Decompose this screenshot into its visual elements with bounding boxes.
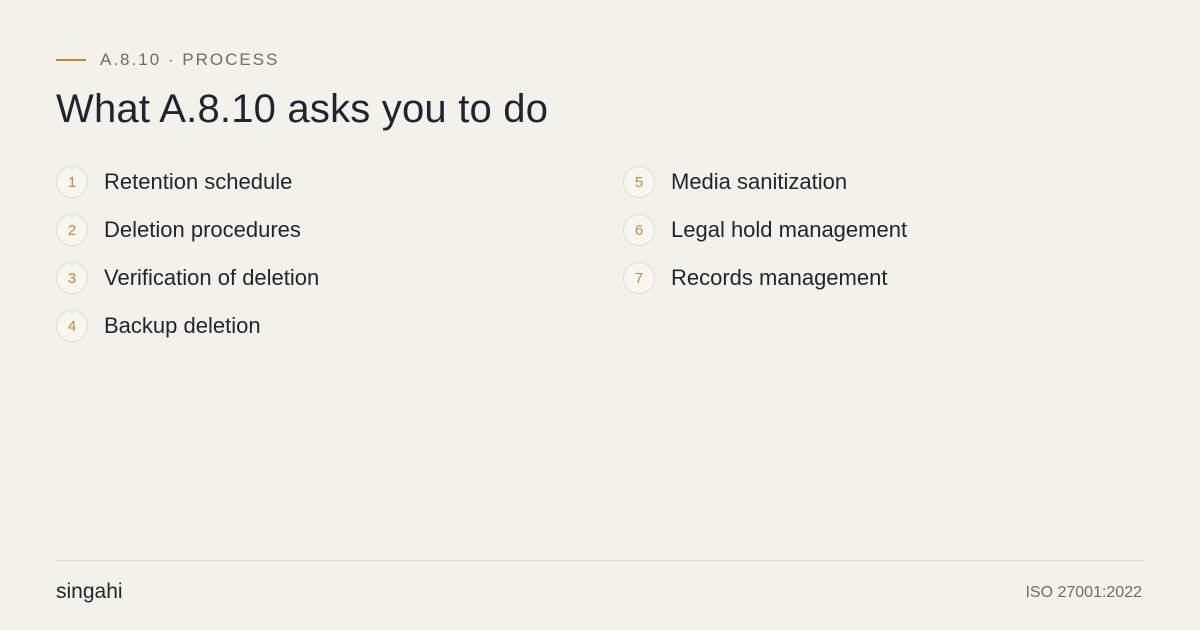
step-item: 5 Media sanitization	[623, 165, 907, 199]
footer-divider	[56, 560, 1144, 561]
brand-name: singahi	[56, 580, 123, 603]
steps-column-right: 5 Media sanitization 6 Legal hold manage…	[623, 165, 907, 309]
step-label: Retention schedule	[104, 169, 293, 194]
step-label: Records management	[671, 265, 888, 290]
eyebrow: A.8.10 · PROCESS	[56, 50, 279, 70]
step-number-badge: 5	[623, 166, 655, 198]
step-label: Backup deletion	[104, 313, 261, 338]
step-label: Deletion procedures	[104, 217, 301, 242]
step-number-badge: 3	[56, 262, 88, 294]
step-label: Verification of deletion	[104, 265, 320, 290]
step-number-badge: 1	[56, 166, 88, 198]
step-number-badge: 6	[623, 214, 655, 246]
page-title: What A.8.10 asks you to do	[56, 87, 549, 131]
step-number-badge: 7	[623, 262, 655, 294]
standard-label: ISO 27001:2022	[1025, 584, 1142, 601]
step-number-badge: 2	[56, 214, 88, 246]
step-item: 6 Legal hold management	[623, 213, 907, 247]
step-label: Legal hold management	[671, 217, 908, 242]
step-label: Media sanitization	[671, 169, 848, 194]
eyebrow-text: A.8.10 · PROCESS	[100, 50, 280, 69]
accent-line	[56, 59, 86, 61]
step-number-badge: 4	[56, 310, 88, 342]
step-item: 3 Verification of deletion	[56, 261, 319, 295]
step-item: 7 Records management	[623, 261, 907, 295]
step-item: 2 Deletion procedures	[56, 213, 319, 247]
step-item: 1 Retention schedule	[56, 165, 319, 199]
steps-column-left: 1 Retention schedule 2 Deletion procedur…	[56, 165, 319, 357]
step-item: 4 Backup deletion	[56, 309, 319, 343]
